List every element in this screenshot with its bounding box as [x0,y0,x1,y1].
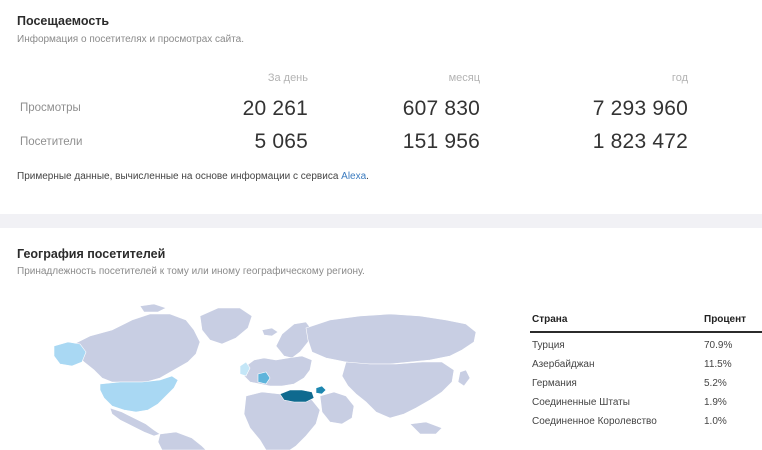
data-source-note-text: Примерные данные, вычисленные на основе … [17,171,342,182]
country-cell: Турция [532,339,565,351]
map-turkey [279,389,315,403]
country-cell: Германия [532,377,577,389]
map-scandinavia [275,321,313,359]
column-header-year: год [671,72,688,84]
map-asia [341,361,455,419]
visitors-month-value: 151 956 [402,130,480,153]
map-middle-east [319,391,355,425]
table-row: Соединенное Королевство 1.0% [530,411,762,430]
geo-subtitle: Принадлежность посетителей к тому или ин… [17,266,365,277]
alexa-link[interactable]: Alexa [341,171,366,182]
map-southeast-asia [409,421,443,435]
table-row: Германия 5.2% [530,373,762,392]
map-iceland [261,327,279,337]
country-column-header: Страна [530,309,702,333]
percent-cell: 1.9% [704,396,727,408]
table-row: Соединенные Штаты 1.9% [530,392,762,411]
views-day-value: 20 261 [242,97,308,120]
table-header-row: Страна Процент [530,309,762,333]
table-row: Турция 70.9% [530,332,762,354]
map-central-america [109,407,161,437]
map-russia [305,313,477,365]
percent-cell: 70.9% [704,339,733,351]
percent-cell: 5.2% [704,377,727,389]
map-south-america [157,431,207,450]
traffic-title: Посещаемость [17,14,110,28]
visitors-day-value: 5 065 [254,130,308,153]
percent-cell: 1.0% [704,415,727,427]
column-header-month: месяц [448,72,480,84]
views-year-value: 7 293 960 [592,97,688,120]
traffic-subtitle: Информация о посетителях и просмотрах са… [17,34,244,45]
map-europe [243,355,313,387]
data-source-note: Примерные данные, вычисленные на основе … [17,171,369,182]
percent-cell: 11.5% [704,358,732,370]
countries-table: Страна Процент Турция 70.9% Азербайджан … [530,309,762,430]
map-japan [457,369,471,387]
map-azerbaijan [315,385,327,395]
views-month-value: 607 830 [402,97,480,120]
visitors-year-value: 1 823 472 [592,130,688,153]
row-label-visitors: Посетители [20,136,83,148]
map-greenland [199,307,253,345]
row-label-views: Просмотры [20,102,81,114]
column-header-day: За день [267,72,308,84]
country-cell: Соединенное Королевство [532,415,657,427]
data-source-note-end: . [366,171,369,182]
world-map [53,303,477,450]
country-cell: Азербайджан [532,358,595,370]
table-row: Азербайджан 11.5% [530,354,762,373]
map-alaska [53,341,87,367]
map-canada [69,313,201,383]
map-arctic-islands [139,303,167,313]
percent-column-header: Процент [702,309,762,333]
country-cell: Соединенные Штаты [532,396,630,408]
section-divider [0,214,762,228]
geo-title: География посетителей [17,247,166,261]
